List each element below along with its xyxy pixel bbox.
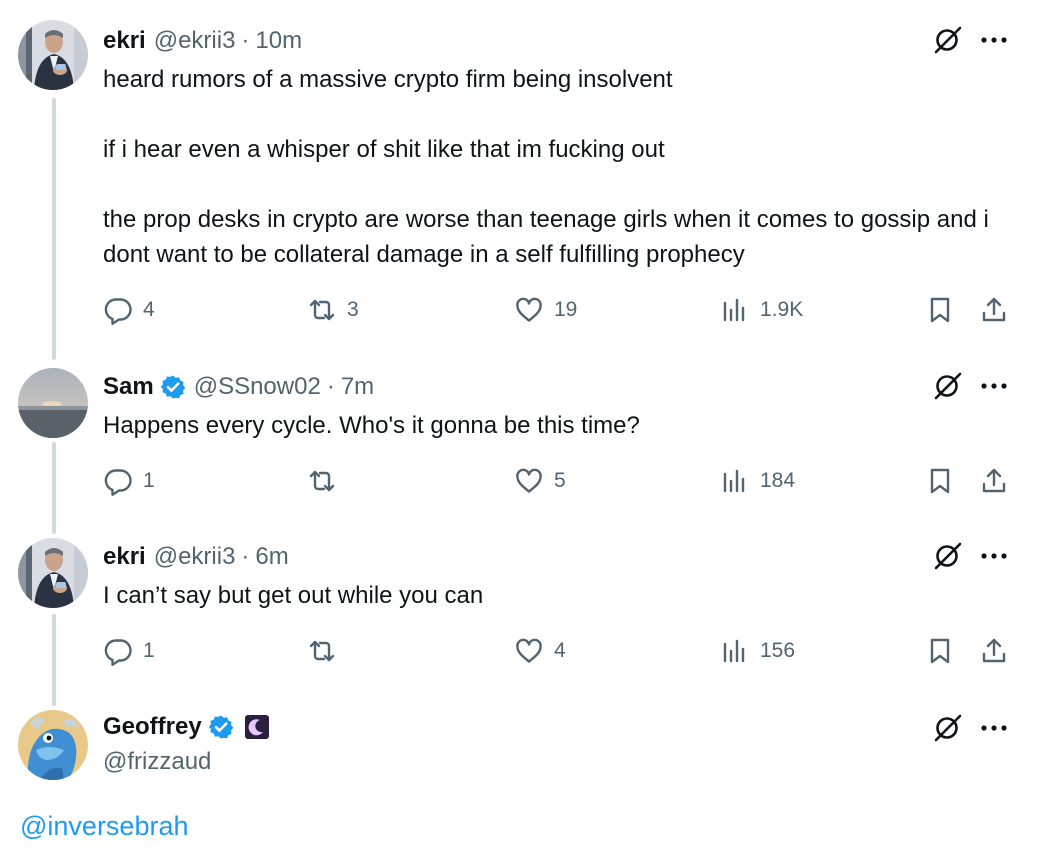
repost-icon [309,299,335,321]
tweet-actions: 1 4 156 [103,634,1023,668]
share-icon [982,638,1006,663]
share-icon [982,468,1006,493]
more-icon[interactable] [978,540,1010,572]
tweet[interactable]: ekri @ekrii3 · 10m heard rumors of a mas… [0,0,1038,350]
avatar[interactable] [18,368,88,438]
reply-icon [104,639,132,666]
mention-link[interactable]: @inversebrah [20,811,189,842]
grok-icon[interactable] [931,712,963,744]
username[interactable]: @frizzaud [103,748,211,776]
username[interactable]: @ekrii3 [154,27,236,55]
bookmark-button[interactable] [925,293,955,327]
bookmark-button[interactable] [925,634,955,668]
tweet-actions: 1 5 184 [103,464,1023,498]
views-count: 1.9K [760,298,804,321]
reply-count: 1 [143,639,155,662]
like-button[interactable]: 5 [514,464,566,498]
tweet-text: I can’t say but get out while you can [103,582,484,609]
username[interactable]: @SSnow02 [194,373,321,401]
tweet-header: ekri @ekrii3 · 6m [103,540,289,574]
verified-icon [160,374,186,400]
separator-dot: · [241,543,250,570]
grok-icon[interactable] [931,370,963,402]
moon-badge-icon [244,714,270,740]
like-icon [516,638,542,663]
reply-button[interactable]: 4 [103,293,155,327]
reply-icon [104,469,132,496]
tweet-header: Geoffrey [103,710,270,744]
like-count: 5 [554,469,566,492]
repost-icon [309,470,335,492]
like-count: 4 [554,639,566,662]
views-count: 156 [760,639,796,662]
display-name[interactable]: ekri [103,27,146,55]
views-button[interactable]: 1.9K [720,293,803,327]
more-icon[interactable] [978,370,1010,402]
display-name[interactable]: Geoffrey [103,713,202,741]
reply-button[interactable]: 1 [103,634,155,668]
repost-button[interactable] [307,464,337,498]
timestamp[interactable]: 6m [255,543,288,571]
views-icon [723,298,745,322]
share-button[interactable] [979,293,1009,327]
avatar[interactable] [18,710,88,780]
reply-count: 4 [143,298,155,321]
tweet-actions: 4 3 19 1.9K [103,293,1023,327]
repost-button[interactable] [307,634,337,668]
bookmark-button[interactable] [925,464,955,498]
verified-icon [208,714,234,740]
username[interactable]: @ekrii3 [154,543,236,571]
avatar[interactable] [18,538,88,608]
separator-dot: · [326,373,335,400]
bookmark-icon [930,638,950,664]
repost-button[interactable]: 3 [307,293,359,327]
tweet-header: ekri @ekrii3 · 10m [103,24,302,58]
like-count: 19 [554,298,578,321]
share-button[interactable] [979,634,1009,668]
views-button[interactable]: 156 [720,634,795,668]
repost-count: 3 [347,298,359,321]
share-button[interactable] [979,464,1009,498]
reply-button[interactable]: 1 [103,464,155,498]
like-icon [516,297,542,322]
views-icon [723,639,745,663]
tweet-header: Sam @SSnow02 · 7m [103,370,374,404]
tweet-text: Happens every cycle. Who's it gonna be t… [103,412,640,439]
timestamp[interactable]: 7m [341,373,374,401]
tweet[interactable]: ekri @ekrii3 · 6m I can’t say but get ou… [0,530,1038,700]
reply-icon [104,298,132,325]
like-button[interactable]: 4 [514,634,566,668]
avatar[interactable] [18,20,88,90]
tweet-text: heard rumors of a massive crypto firm be… [103,66,989,268]
views-icon [723,469,745,493]
tweet[interactable]: Sam @SSnow02 · 7m Happens every cycle. W… [0,360,1038,530]
views-count: 184 [760,469,796,492]
reply-count: 1 [143,469,155,492]
grok-icon[interactable] [931,540,963,572]
grok-icon[interactable] [931,24,963,56]
display-name[interactable]: ekri [103,543,146,571]
bookmark-icon [930,297,950,323]
like-icon [516,468,542,493]
timestamp[interactable]: 10m [255,27,302,55]
thread-view: ekri @ekrii3 · 10m heard rumors of a mas… [0,0,1038,859]
bookmark-icon [930,468,950,494]
repost-icon [309,640,335,662]
share-icon [982,297,1006,322]
separator-dot: · [241,27,250,54]
views-button[interactable]: 184 [720,464,795,498]
more-icon[interactable] [978,24,1010,56]
more-icon[interactable] [978,712,1010,744]
like-button[interactable]: 19 [514,293,577,327]
display-name[interactable]: Sam [103,373,154,401]
